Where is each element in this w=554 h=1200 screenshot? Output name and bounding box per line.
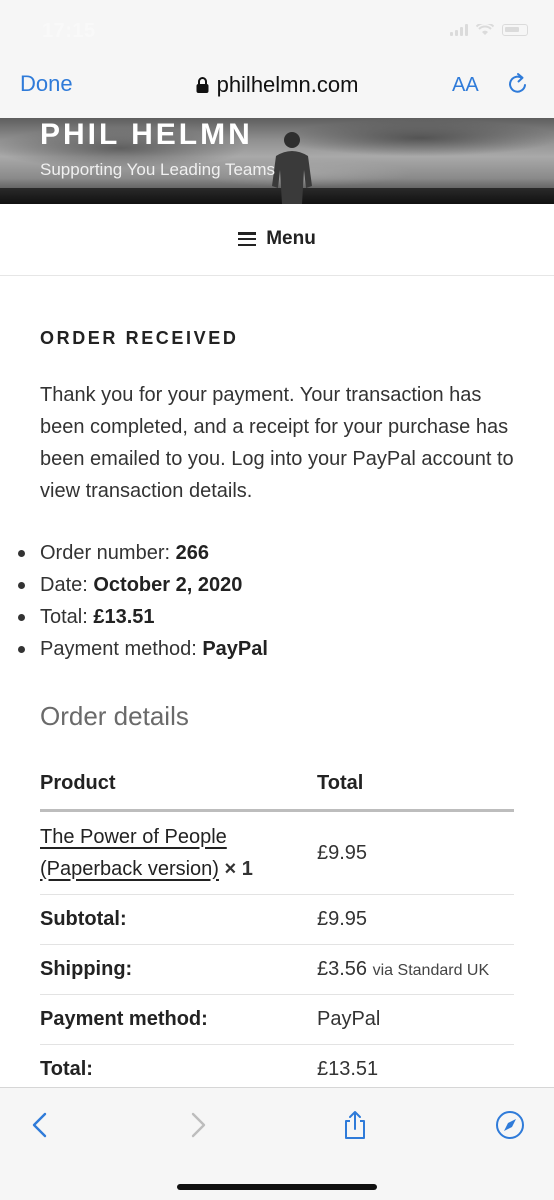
home-indicator [177, 1184, 377, 1190]
shipping-method-note: via Standard UK [372, 961, 490, 979]
payment-method-value: PayPal [202, 638, 268, 660]
product-link[interactable]: The Power of People (Paperback version) [40, 826, 227, 880]
battery-icon [502, 24, 528, 36]
table-row: Subtotal: £9.95 [40, 894, 514, 945]
text-size-button[interactable]: AA [452, 74, 479, 97]
list-item: Payment method: PayPal [18, 633, 514, 665]
product-name-line1: The Power of People [40, 825, 227, 848]
table-row: The Power of People (Paperback version) ×… [40, 810, 514, 895]
order-received-heading: ORDER RECEIVED [40, 328, 239, 348]
subtotal-value: £9.95 [317, 894, 514, 945]
row-label: Subtotal: [40, 894, 317, 945]
signal-icon [450, 24, 468, 36]
forward-icon[interactable] [182, 1110, 212, 1140]
list-item: Order number: 266 [18, 537, 514, 569]
column-header-total: Total [317, 758, 514, 812]
menu-label: Menu [266, 228, 316, 249]
shipping-cell: £3.56 via Standard UK [317, 944, 514, 995]
compass-icon[interactable] [495, 1110, 525, 1140]
row-label: Payment method: [40, 994, 317, 1045]
text-size-label: AA [452, 74, 479, 96]
table-row: Shipping: £3.56 via Standard UK [40, 944, 514, 995]
product-cell: The Power of People (Paperback version) ×… [40, 810, 317, 895]
shipping-value: £3.56 [317, 957, 368, 980]
order-details-table: Product Total The Power of People (Paperb… [40, 758, 514, 1095]
url-text: philhelmn.com [216, 72, 359, 97]
payment-method-cell: PayPal [317, 994, 514, 1045]
site-tagline: Supporting You Leading Teams [40, 160, 276, 179]
share-icon[interactable] [340, 1110, 370, 1140]
status-bar: 17:15 [0, 0, 554, 56]
browser-top-bar: 17:15 Done philhelmn.com AA [0, 0, 554, 118]
list-item: Total: £13.51 [18, 601, 514, 633]
overview-label: Total: [40, 606, 88, 628]
url-bar: Done philhelmn.com AA [0, 62, 554, 108]
site-header-banner: PHIL HELMN Supporting You Leading Teams [0, 118, 554, 204]
menu-button[interactable]: Menu [238, 228, 316, 250]
order-details-heading: Order details [40, 701, 189, 731]
menu-bar: Menu [0, 204, 554, 276]
main-content: ORDER RECEIVED Thank you for your paymen… [18, 276, 514, 1095]
table-row: Payment method: PayPal [40, 994, 514, 1045]
order-date-value: October 2, 2020 [93, 574, 243, 596]
overview-label: Date: [40, 574, 88, 596]
row-label: Shipping: [40, 944, 317, 995]
status-icons [450, 24, 528, 36]
status-time: 17:15 [42, 20, 96, 42]
wifi-icon [476, 24, 494, 35]
column-header-product: Product [40, 758, 317, 812]
product-name-line2: (Paperback version) [40, 857, 219, 880]
reload-icon[interactable] [506, 72, 530, 96]
overview-label: Order number: [40, 542, 171, 564]
product-total: £9.95 [317, 810, 514, 895]
product-quantity: × 1 [224, 857, 253, 880]
site-title[interactable]: PHIL HELMN [40, 118, 253, 152]
lock-icon [196, 77, 209, 93]
back-icon[interactable] [26, 1110, 56, 1140]
order-number-value: 266 [175, 542, 209, 564]
order-total-value: £13.51 [93, 606, 155, 628]
overview-label: Payment method: [40, 638, 197, 660]
table-header-row: Product Total [40, 758, 514, 812]
list-item: Date: October 2, 2020 [18, 569, 514, 601]
order-overview-list: Order number: 266 Date: October 2, 2020 … [18, 537, 514, 665]
hamburger-icon [238, 232, 257, 246]
thank-you-message: Thank you for your payment. Your transac… [40, 384, 514, 502]
